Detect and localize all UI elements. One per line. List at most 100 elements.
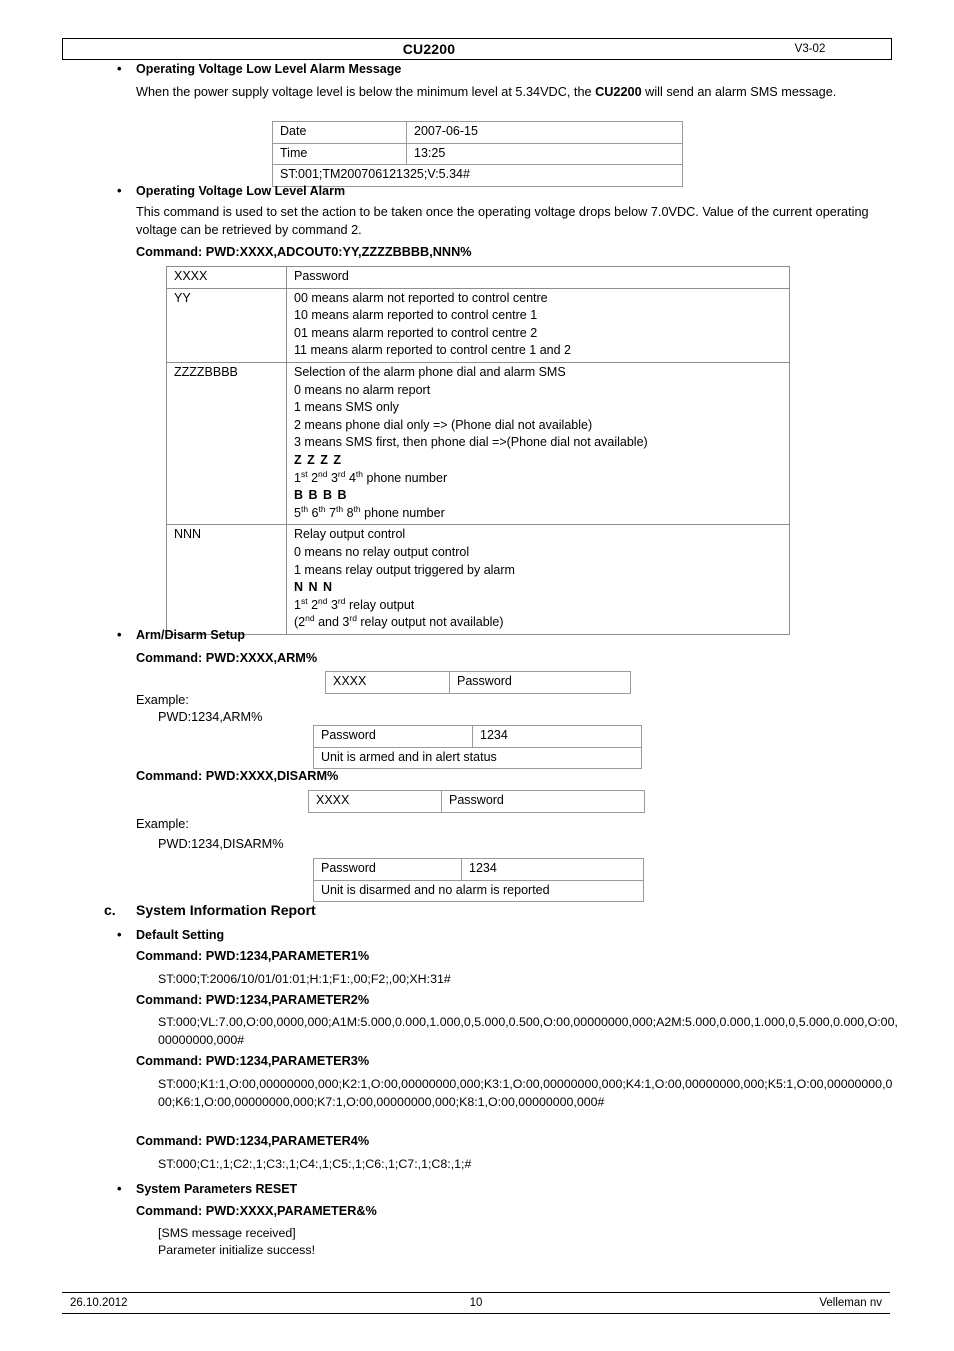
cell-nnn-value: Relay output control 0 means no relay ou… <box>286 524 790 635</box>
cell-disarm-result-key: Password <box>313 858 462 881</box>
cell-time-label: Time <box>272 142 407 166</box>
ord-num: 2 <box>311 470 319 485</box>
value-parameter4: ST:000;C1:,1;C2:,1;C3:,1;C4:,1;C5:,1;C6:… <box>158 1157 472 1171</box>
cell-disarm-value: Password <box>441 790 645 813</box>
header-version: V3-02 <box>794 43 826 55</box>
ord-sup: rd <box>337 468 346 479</box>
table-alarm-message: Date 2007-06-15 Time 13:25 ST:001;TM2007… <box>272 121 683 187</box>
ord-sup: nd <box>318 595 328 606</box>
table-parameters: XXXX Password YY 00 means alarm not repo… <box>166 266 790 635</box>
table-row: Time 13:25 <box>272 142 683 166</box>
table-disarm-result: Password 1234 Unit is disarmed and no al… <box>313 858 644 903</box>
cell-arm-key: XXXX <box>325 671 450 694</box>
text-reset-sms-result: Parameter initialize success! <box>158 1243 316 1257</box>
label-disarm-example: Example: <box>136 817 189 831</box>
ord-sup: nd <box>318 468 328 479</box>
cell-arm-value: Password <box>449 671 631 694</box>
ord-num: 1 <box>294 470 301 485</box>
zzzz-z-ordinals: 1st 2nd 3rd 4th phone number <box>294 468 783 488</box>
nnn-availability-note: (2nd and 3rd relay output not available) <box>294 614 783 632</box>
ord-num: 4 <box>348 470 356 485</box>
cell-disarm-key: XXXX <box>308 790 442 813</box>
ord-tail: phone number <box>360 505 445 520</box>
ord-num: 5 <box>294 505 301 520</box>
heading-system-parameters-reset: System Parameters RESET <box>117 1181 297 1196</box>
table-row: XXXX Password <box>308 790 645 813</box>
command-disarm: Command: PWD:XXXX,DISARM% <box>136 769 339 783</box>
table-row: XXXX Password <box>325 671 631 694</box>
paragraph-alarm-message: When the power supply voltage level is b… <box>136 84 876 102</box>
heading-alarm-message: Operating Voltage Low Level Alarm Messag… <box>117 61 401 76</box>
nnn-n-ordinals: 1st 2nd 3rd relay output <box>294 595 783 615</box>
yy-line: 10 means alarm reported to control centr… <box>294 308 538 323</box>
label-reset-sms-received: [SMS message received] <box>158 1226 296 1240</box>
zzzz-b-letters: B B B B <box>294 488 348 503</box>
ord-sup: th <box>353 503 361 514</box>
table-row: ZZZZBBBB Selection of the alarm phone di… <box>166 361 790 526</box>
ord-tail: phone number <box>363 470 448 485</box>
footer-page-number: 10 <box>469 1297 483 1309</box>
note-sup: nd <box>305 613 315 624</box>
alarm-message-model: CU2200 <box>595 85 642 99</box>
zzzz-line: 3 means SMS first, then phone dial =>(Ph… <box>294 435 648 450</box>
command-parameter-reset: Command: PWD:XXXX,PARAMETER&% <box>136 1204 377 1218</box>
note-part: relay output not available) <box>356 615 504 630</box>
value-arm-example: PWD:1234,ARM% <box>158 710 263 724</box>
ord-tail: relay output <box>345 597 415 612</box>
cell-xxxx-value: Password <box>286 266 790 289</box>
cell-arm-result-status: Unit is armed and in alert status <box>313 746 642 770</box>
ord-num: 3 <box>330 597 338 612</box>
ord-sup: st <box>300 468 308 479</box>
cell-date-value: 2007-06-15 <box>406 121 683 144</box>
table-row: Unit is disarmed and no alarm is reporte… <box>313 879 644 903</box>
table-disarm-params: XXXX Password <box>308 790 645 813</box>
table-row: Password 1234 <box>313 858 644 881</box>
zzzz-line: Selection of the alarm phone dial and al… <box>294 364 566 379</box>
cell-xxxx-key: XXXX <box>166 266 287 289</box>
ord-num: 2 <box>311 597 319 612</box>
nnn-n-letters: N N N <box>294 580 334 595</box>
cell-disarm-result-value: 1234 <box>461 858 644 881</box>
table-row: XXXX Password <box>166 266 790 289</box>
cell-time-value: 13:25 <box>406 142 683 166</box>
table-arm-result: Password 1234 Unit is armed and in alert… <box>313 725 642 770</box>
command-parameter4: Command: PWD:1234,PARAMETER4% <box>136 1134 370 1148</box>
zzzz-line: 0 means no alarm report <box>294 382 431 397</box>
heading-system-information-report: System Information Report <box>136 902 316 918</box>
value-parameter1: ST:000;T:2006/10/01/01:01;H:1;F1:,00;F2;… <box>158 972 451 986</box>
cell-disarm-result-status: Unit is disarmed and no alarm is reporte… <box>313 879 644 903</box>
command-adcout: Command: PWD:XXXX,ADCOUT0:YY,ZZZZBBBB,NN… <box>136 245 472 259</box>
nnn-line: 0 means no relay output control <box>294 544 470 559</box>
nnn-line: Relay output control <box>294 527 406 542</box>
command-arm: Command: PWD:XXXX,ARM% <box>136 651 318 665</box>
ord-num: 3 <box>330 470 338 485</box>
command-parameter3: Command: PWD:1234,PARAMETER3% <box>136 1054 370 1068</box>
page-footer: 26.10.2012 10 Velleman nv <box>62 1292 890 1314</box>
table-row: Password 1234 <box>313 725 642 748</box>
footer-company: Velleman nv <box>819 1297 882 1309</box>
alarm-setup-line-1: This command is used to set the action t… <box>136 205 699 219</box>
ord-num: 7 <box>329 505 337 520</box>
note-part: (2 <box>294 615 306 630</box>
heading-alarm-setup: Operating Voltage Low Level Alarm <box>117 183 345 198</box>
table-row: Unit is armed and in alert status <box>313 746 642 770</box>
value-disarm-example: PWD:1234,DISARM% <box>158 837 284 851</box>
table-row: NNN Relay output control 0 means no rela… <box>166 524 790 635</box>
table-arm-params: XXXX Password <box>325 671 631 694</box>
zzzz-line: 1 means SMS only <box>294 400 399 415</box>
note-sup: rd <box>349 613 357 624</box>
heading-default-setting: Default Setting <box>117 927 224 942</box>
cell-arm-result-key: Password <box>313 725 473 748</box>
cell-nnn-key: NNN <box>166 524 287 635</box>
cell-zzzzbbbb-key: ZZZZBBBB <box>166 361 287 526</box>
command-parameter2: Command: PWD:1234,PARAMETER2% <box>136 993 370 1007</box>
paragraph-alarm-setup: This command is used to set the action t… <box>136 204 881 239</box>
section-letter: c. <box>104 902 116 918</box>
zzzz-line: 2 means phone dial only => (Phone dial n… <box>294 417 593 432</box>
yy-line: 00 means alarm not reported to control c… <box>294 290 548 305</box>
ord-num: 1 <box>294 597 301 612</box>
label-arm-example: Example: <box>136 693 189 707</box>
note-part: and 3 <box>314 615 350 630</box>
header-title: CU2200 <box>402 41 456 57</box>
ord-sup: th <box>355 468 364 479</box>
